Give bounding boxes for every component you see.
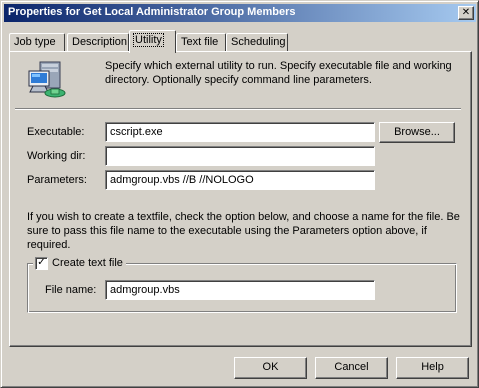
tab-job-type[interactable]: Job type xyxy=(9,33,65,52)
window-title: Properties for Get Local Administrator G… xyxy=(8,6,296,18)
parameters-input[interactable]: admgroup.vbs //B //NOLOGO xyxy=(105,170,375,190)
properties-dialog: Properties for Get Local Administrator G… xyxy=(0,0,479,388)
create-text-file-label[interactable]: Create text file xyxy=(52,257,123,269)
tab-label: Scheduling xyxy=(231,36,286,48)
computer-icon xyxy=(28,61,66,98)
create-text-file-option[interactable]: ✓ Create text file xyxy=(33,256,126,270)
tab-scheduling[interactable]: Scheduling xyxy=(226,33,288,52)
tab-utility[interactable]: Utility xyxy=(129,30,176,53)
working-dir-label: Working dir: xyxy=(27,150,86,162)
tab-text-file[interactable]: Text file xyxy=(176,33,226,52)
file-name-input[interactable]: admgroup.vbs xyxy=(105,280,375,300)
close-icon: ✕ xyxy=(461,7,471,18)
working-dir-input[interactable] xyxy=(105,146,375,166)
cancel-button[interactable]: Cancel xyxy=(315,357,388,379)
help-button[interactable]: Help xyxy=(396,357,469,379)
close-button[interactable]: ✕ xyxy=(458,6,474,20)
tab-description[interactable]: Description xyxy=(67,33,129,52)
tab-label: Text file xyxy=(181,36,219,48)
ok-button[interactable]: OK xyxy=(234,357,307,379)
checkmark-icon: ✓ xyxy=(37,256,46,268)
text-file-info: If you wish to create a textfile, check … xyxy=(27,211,460,251)
utility-description: Specify which external utility to run. S… xyxy=(105,60,452,86)
create-text-file-checkbox[interactable]: ✓ xyxy=(35,256,48,270)
title-bar[interactable]: Properties for Get Local Administrator G… xyxy=(4,4,476,22)
section-divider xyxy=(15,108,461,110)
parameters-label: Parameters: xyxy=(27,174,87,186)
tab-label: Utility xyxy=(133,33,164,47)
tab-label: Job type xyxy=(14,36,56,48)
tab-label: Description xyxy=(72,36,128,48)
executable-label: Executable: xyxy=(27,126,85,138)
browse-button[interactable]: Browse... xyxy=(379,122,455,143)
file-name-label: File name: xyxy=(45,284,97,296)
executable-input[interactable]: cscript.exe xyxy=(105,122,375,142)
